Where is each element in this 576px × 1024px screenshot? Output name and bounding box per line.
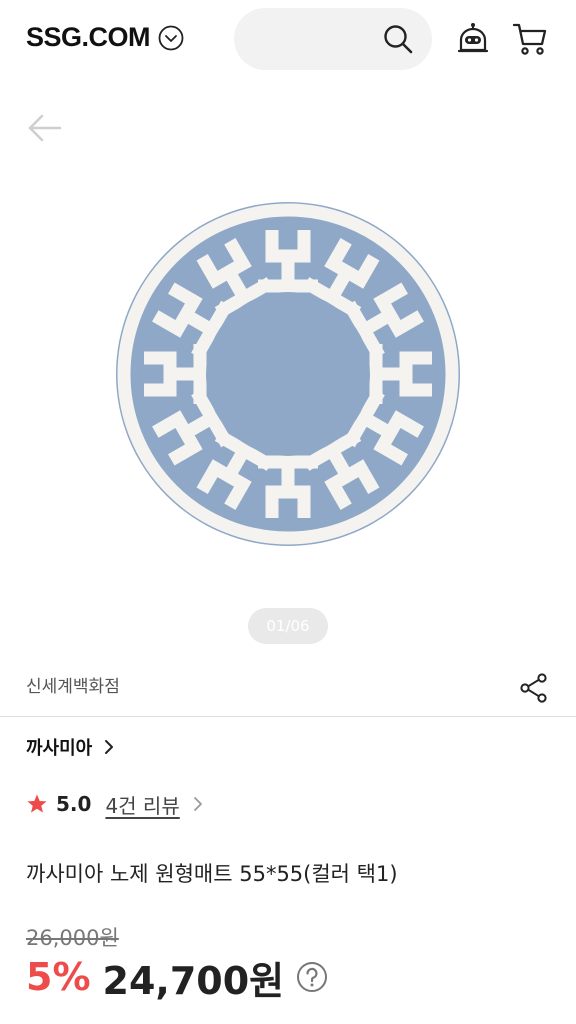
chevron-right-icon (105, 740, 114, 754)
logo-menu[interactable]: SSG.COM (26, 22, 184, 53)
help-icon[interactable] (296, 961, 328, 993)
brand-name[interactable]: 까사미아 (26, 734, 92, 760)
price-row: 5% 24,700원 (26, 952, 328, 1003)
chevron-right-icon[interactable] (192, 795, 204, 813)
store-name[interactable]: 신세계백화점 (26, 672, 120, 697)
rating-row: 5.0 4건 리뷰 (26, 790, 204, 818)
brand-link[interactable]: 까사미아 (26, 734, 116, 760)
site-logo[interactable]: SSG.COM (26, 22, 151, 53)
chatbot-icon[interactable] (456, 22, 490, 56)
cart-icon[interactable] (512, 22, 548, 56)
search-input[interactable] (234, 8, 432, 70)
image-counter: 01/06 (248, 608, 328, 644)
chevron-down-circle-icon[interactable] (158, 25, 184, 51)
top-header: SSG.COM (0, 0, 576, 80)
rating-score: 5.0 (56, 792, 92, 816)
sale-price: 24,700원 (102, 958, 285, 1003)
section-divider (0, 716, 576, 717)
search-icon[interactable] (382, 23, 414, 55)
product-image[interactable] (108, 194, 468, 554)
share-icon[interactable] (518, 672, 550, 704)
star-icon (27, 794, 47, 813)
original-price: 26,000원 (26, 926, 119, 950)
review-count-link[interactable]: 4건 리뷰 (105, 790, 179, 819)
back-arrow-icon[interactable] (26, 112, 64, 144)
product-title: 까사미아 노제 원형매트 55*55(컬러 택1) (26, 862, 398, 886)
discount-rate: 5% (26, 955, 91, 999)
